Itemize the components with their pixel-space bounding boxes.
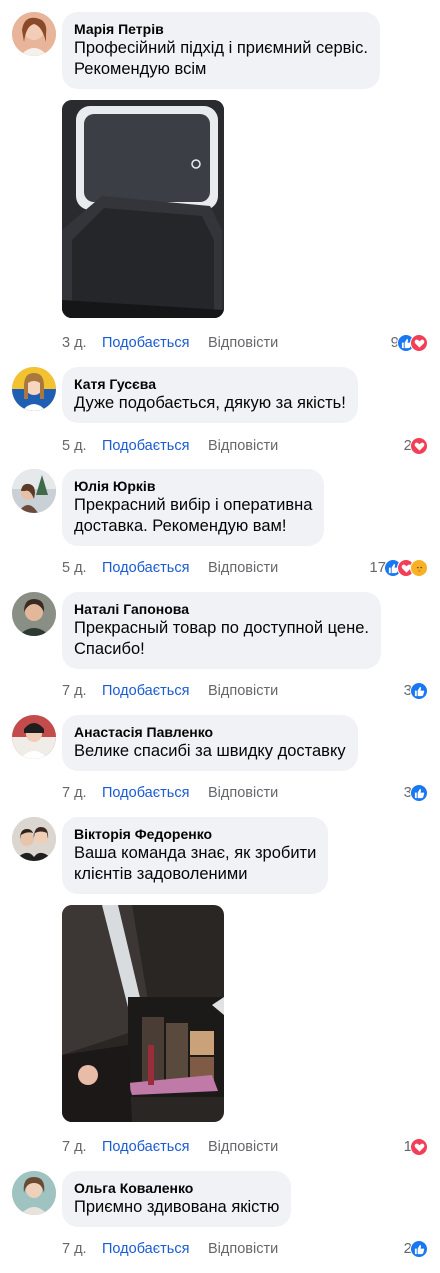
reaction-summary[interactable]: 2 <box>404 435 428 457</box>
like-icon <box>410 784 428 802</box>
comment-bubble: Юлія Юрків Прекрасний вибір і оперативна… <box>62 469 325 546</box>
avatar[interactable] <box>12 469 56 513</box>
mirror-case-photo[interactable] <box>62 100 224 318</box>
comment-text: Прекрасный товар по доступной цене. Спас… <box>74 619 369 658</box>
reaction-summary[interactable]: 3 <box>404 782 428 804</box>
comment-text: Ваша команда знає, як зробити клієнтів з… <box>74 844 317 883</box>
comment-actions: 5 д. Подобається Відповісти <box>62 436 278 456</box>
like-icon <box>410 1240 428 1258</box>
comment-time[interactable]: 7 д. <box>62 1137 102 1157</box>
love-icon <box>410 437 428 455</box>
like-button[interactable]: Подобається <box>102 783 208 803</box>
reaction-summary[interactable]: 3 <box>404 680 428 702</box>
comment-bubble: Катя Гусєва Дуже подобається, дякую за я… <box>62 367 358 423</box>
comment-actions: 3 д. Подобається Відповісти <box>62 333 278 353</box>
comment-author[interactable]: Ольга Коваленко <box>74 1179 279 1197</box>
love-icon <box>410 334 428 352</box>
comment-text: Дуже подобається, дякую за якість! <box>74 394 346 412</box>
comment-author[interactable]: Вікторія Федоренко <box>74 825 316 843</box>
reply-button[interactable]: Відповісти <box>208 1137 278 1157</box>
comment-actions: 7 д. Подобається Відповісти <box>62 681 278 701</box>
reply-button[interactable]: Відповісти <box>208 436 278 456</box>
like-button[interactable]: Подобається <box>102 558 208 578</box>
comment-text: Приємно здивована якістю <box>74 1198 280 1216</box>
comment-bubble: Наталі Гапонова Прекрасный товар по дост… <box>62 592 381 669</box>
comment-bubble: Ольга Коваленко Приємно здивована якістю <box>62 1171 292 1227</box>
comment-actions: 7 д. Подобається Відповісти <box>62 783 278 803</box>
like-button[interactable]: Подобається <box>102 1239 208 1259</box>
comment-bubble: Анастасія Павленко Велике спасибі за шви… <box>62 715 358 771</box>
comment-text: Прекрасний вибір і оперативна доставка. … <box>74 496 313 535</box>
reply-button[interactable]: Відповісти <box>208 1239 278 1259</box>
cosmetics-case-photo[interactable] <box>62 905 224 1122</box>
reaction-summary[interactable]: 2 <box>404 1238 428 1260</box>
comment-author[interactable]: Наталі Гапонова <box>74 600 369 618</box>
avatar[interactable] <box>12 817 56 861</box>
comment-time[interactable]: 7 д. <box>62 681 102 701</box>
reply-button[interactable]: Відповісти <box>208 783 278 803</box>
comment-text: Професійний підхід і приємний сервіс. Ре… <box>74 39 368 78</box>
comment-bubble: Марія Петрів Професійний підхід і приємн… <box>62 12 380 89</box>
comment-author[interactable]: Юлія Юрків <box>74 477 312 495</box>
avatar[interactable] <box>12 12 56 56</box>
comment-actions: 5 д. Подобається Відповісти <box>62 558 278 578</box>
like-button[interactable]: Подобається <box>102 1137 208 1157</box>
comment-author[interactable]: Катя Гусєва <box>74 375 346 393</box>
reply-button[interactable]: Відповісти <box>208 333 278 353</box>
avatar[interactable] <box>12 592 56 636</box>
comment-time[interactable]: 7 д. <box>62 783 102 803</box>
comment-author[interactable]: Анастасія Павленко <box>74 723 346 741</box>
like-icon <box>410 682 428 700</box>
comment-text: Велике спасибі за швидку доставку <box>74 742 346 760</box>
love-icon <box>410 1138 428 1156</box>
avatar[interactable] <box>12 367 56 411</box>
like-button[interactable]: Подобається <box>102 333 208 353</box>
like-button[interactable]: Подобається <box>102 681 208 701</box>
comment-author[interactable]: Марія Петрів <box>74 20 368 38</box>
comment-time[interactable]: 5 д. <box>62 558 102 578</box>
comment-actions: 7 д. Подобається Відповісти <box>62 1239 278 1259</box>
reply-button[interactable]: Відповісти <box>208 681 278 701</box>
comment-time[interactable]: 3 д. <box>62 333 102 353</box>
comment-bubble: Вікторія Федоренко Ваша команда знає, як… <box>62 817 329 894</box>
reaction-summary[interactable]: 1 <box>404 1136 428 1158</box>
avatar[interactable] <box>12 715 56 759</box>
comment-time[interactable]: 5 д. <box>62 436 102 456</box>
like-button[interactable]: Подобається <box>102 436 208 456</box>
comment-actions: 7 д. Подобається Відповісти <box>62 1137 278 1157</box>
reaction-summary[interactable]: 17 <box>369 557 428 579</box>
reply-button[interactable]: Відповісти <box>208 558 278 578</box>
reaction-summary[interactable]: 9 <box>391 332 428 354</box>
comment-time[interactable]: 7 д. <box>62 1239 102 1259</box>
avatar[interactable] <box>12 1171 56 1215</box>
care-icon <box>410 559 428 577</box>
